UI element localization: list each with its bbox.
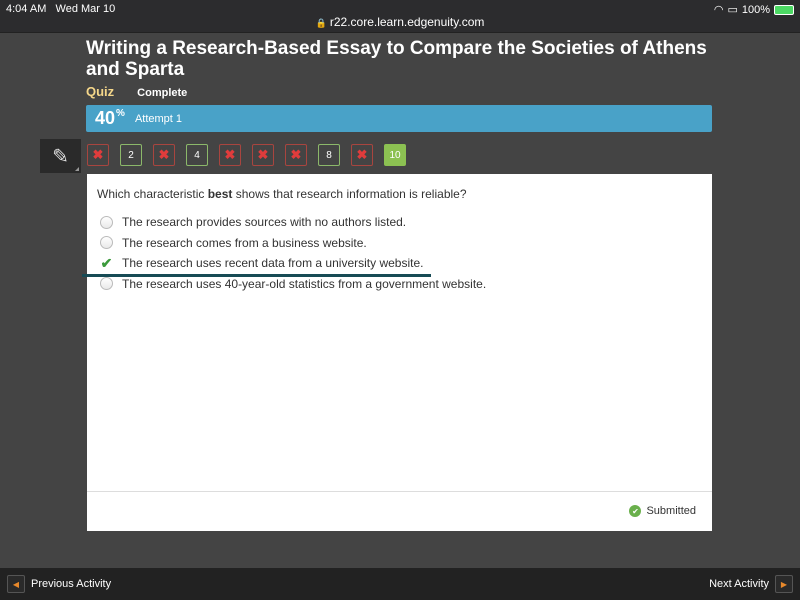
activity-nav-bar: ◀ Previous Activity Next Activity ▶ (0, 568, 800, 600)
answer-list: The research provides sources with no au… (100, 212, 486, 294)
status-time: 4:04 AM Wed Mar 10 (6, 3, 115, 15)
radio-button[interactable] (100, 236, 113, 250)
pencil-icon: ✎ (52, 145, 69, 168)
battery-icon (774, 4, 794, 15)
card-footer: ✔ Submitted (87, 491, 712, 531)
check-circle-icon: ✔ (629, 505, 642, 517)
arrow-left-icon: ◀ (7, 575, 25, 593)
checkmark-icon: ✔ (100, 254, 113, 271)
time: 4:04 AM (6, 3, 47, 15)
question-nav-item[interactable]: 2 (120, 144, 142, 166)
question-nav-item[interactable]: ✖ (153, 144, 175, 166)
question-nav-item[interactable]: ✖ (252, 144, 274, 166)
question-text: Which characteristic best shows that res… (97, 187, 467, 201)
question-nav-item[interactable]: ✖ (285, 144, 307, 166)
answer-text: The research uses 40-year-old statistics… (122, 276, 487, 291)
arrow-right-icon: ▶ (775, 575, 793, 593)
pencil-tool-button[interactable]: ✎ (40, 139, 81, 173)
question-prefix: Which characteristic (97, 187, 208, 201)
submitted-label: Submitted (646, 505, 696, 517)
answer-option[interactable]: The research comes from a business websi… (100, 233, 486, 254)
question-nav-item[interactable]: ✖ (351, 144, 373, 166)
question-nav-item[interactable]: 10 (384, 144, 406, 166)
answer-option[interactable]: ✔ The research uses recent data from a un… (100, 253, 486, 274)
question-nav-item[interactable]: 4 (186, 144, 208, 166)
question-nav-item[interactable]: ✖ (87, 144, 109, 166)
score-number: 40 (95, 108, 116, 128)
activity-status: Complete (137, 87, 188, 99)
answer-text: The research uses recent data from a uni… (122, 256, 424, 271)
answer-text: The research provides sources with no au… (122, 215, 407, 230)
answer-text: The research comes from a business websi… (122, 235, 367, 250)
url-text: r22.core.learn.edgenuity.com (329, 15, 485, 29)
attempt-label: Attempt 1 (134, 112, 183, 125)
question-suffix: shows that research information is relia… (232, 187, 467, 201)
previous-activity-button[interactable]: ◀ Previous Activity (7, 575, 111, 593)
date: Wed Mar 10 (55, 3, 116, 15)
radio-button[interactable] (100, 215, 113, 229)
drawn-pen-stroke (82, 274, 431, 277)
next-activity-label: Next Activity (709, 578, 769, 590)
score-bar: 40% Attempt 1 (86, 105, 712, 132)
activity-page: Writing a Research-Based Essay to Compar… (0, 32, 800, 568)
lock-icon: 🔒 (315, 18, 327, 28)
question-nav-item[interactable]: ✖ (219, 144, 241, 166)
score-unit: % (116, 108, 125, 119)
question-navigator: ✖ 2 ✖ 4 ✖ ✖ ✖ 8 ✖ 10 (87, 144, 406, 166)
address-bar[interactable]: 🔒 r22.core.learn.edgenuity.com (0, 15, 800, 29)
activity-type: Quiz (86, 84, 115, 99)
previous-activity-label: Previous Activity (31, 578, 112, 590)
next-activity-button[interactable]: Next Activity ▶ (709, 575, 793, 593)
radio-button[interactable] (100, 277, 113, 291)
activity-meta: Quiz Complete (86, 84, 187, 99)
page-title: Writing a Research-Based Essay to Compar… (86, 38, 707, 80)
ios-status-bar: 4:04 AM Wed Mar 10 ◠ ▭ 100% 🔒 r22.core.le… (0, 0, 800, 32)
question-nav-item[interactable]: 8 (318, 144, 340, 166)
score-value: 40% (95, 108, 125, 129)
battery-percent: 100% (741, 3, 770, 16)
submitted-status: ✔ Submitted (629, 505, 696, 517)
question-emphasis: best (207, 187, 233, 201)
question-card: Which characteristic best shows that res… (87, 174, 712, 531)
answer-option[interactable]: The research provides sources with no au… (100, 212, 486, 233)
